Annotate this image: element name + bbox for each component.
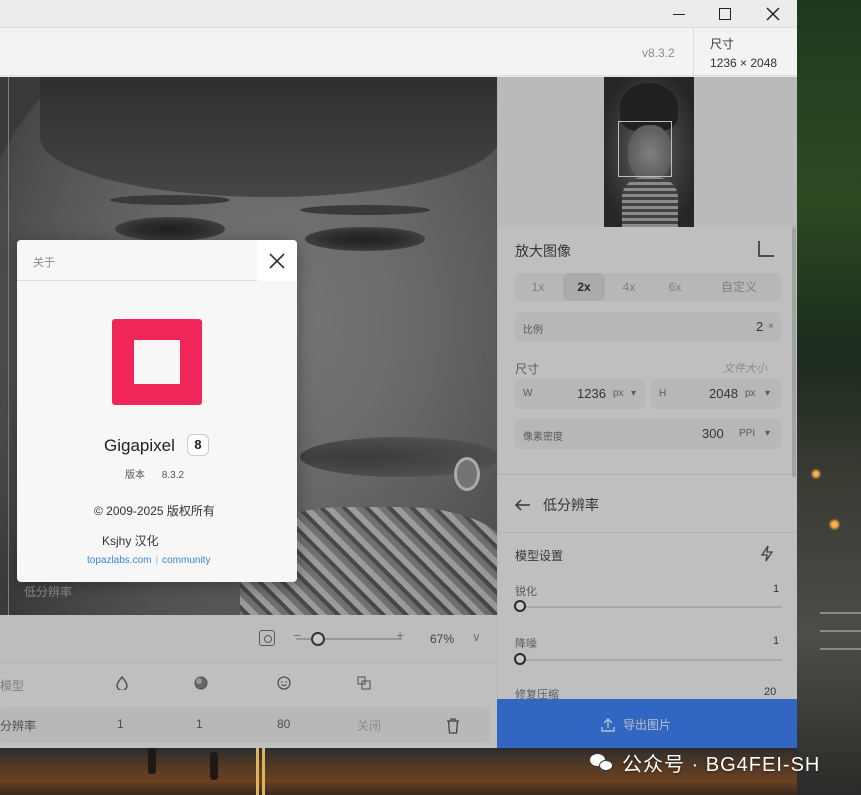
top-bar: v8.3.2 尺寸 1236 × 2048 xyxy=(0,28,797,76)
maximize-icon xyxy=(719,8,731,20)
railing xyxy=(820,630,861,632)
wechat-watermark: 公众号 · BG4FEI-SH xyxy=(590,748,820,776)
pedestrian xyxy=(148,748,156,774)
logo-inner-square xyxy=(134,340,180,384)
output-size-info: 尺寸 1236 × 2048 xyxy=(693,28,797,76)
output-size-label: 尺寸 xyxy=(710,37,735,51)
watermark-text: 公众号 · BG4FEI-SH xyxy=(622,753,821,776)
maximize-button[interactable] xyxy=(702,0,748,28)
gigapixel-logo xyxy=(112,319,202,405)
desktop-wallpaper-edge xyxy=(797,0,861,795)
localization-credit: Ksjhy 汉化 xyxy=(102,534,159,548)
topaz-site-link[interactable]: topazlabs.com xyxy=(87,555,151,566)
app-version: v8.3.2 xyxy=(642,46,675,60)
link-separator: | xyxy=(155,555,159,566)
version-row: 版本 8.3.2 xyxy=(125,466,184,481)
version-label: 版本 xyxy=(125,470,145,481)
pedestrian xyxy=(210,752,218,780)
close-icon xyxy=(766,7,780,21)
minimize-icon xyxy=(673,13,685,15)
minimize-button[interactable] xyxy=(656,0,702,28)
street-lamp xyxy=(830,520,839,529)
about-dialog: 关于 Gigapixel 8 版本 8.3.2 © 2009-2025 版权所有… xyxy=(17,240,297,582)
about-close-button[interactable] xyxy=(257,240,297,281)
output-size-value: 1236 × 2048 xyxy=(710,56,778,70)
about-dialog-header: 关于 xyxy=(17,240,297,281)
railing xyxy=(820,648,861,650)
major-version-badge: 8 xyxy=(187,434,209,456)
title-bar xyxy=(0,0,797,28)
copyright-text: © 2009-2025 版权所有 xyxy=(94,504,215,518)
version-value: 8.3.2 xyxy=(161,470,185,481)
railing xyxy=(820,612,861,614)
close-button[interactable] xyxy=(750,0,796,28)
close-icon xyxy=(269,252,285,269)
about-dialog-title: 关于 xyxy=(33,257,55,269)
wechat-icon xyxy=(590,752,614,772)
gigapixel-window: v8.3.2 尺寸 1236 × 2048 低分辨率 − + 67% ∨ 模型 … xyxy=(0,0,797,748)
community-link[interactable]: community xyxy=(162,555,210,566)
app-name: Gigapixel xyxy=(104,436,175,455)
street-line xyxy=(256,748,259,795)
street-lamp xyxy=(812,470,820,478)
about-links: topazlabs.com | community xyxy=(87,555,210,566)
street-line xyxy=(262,748,265,795)
